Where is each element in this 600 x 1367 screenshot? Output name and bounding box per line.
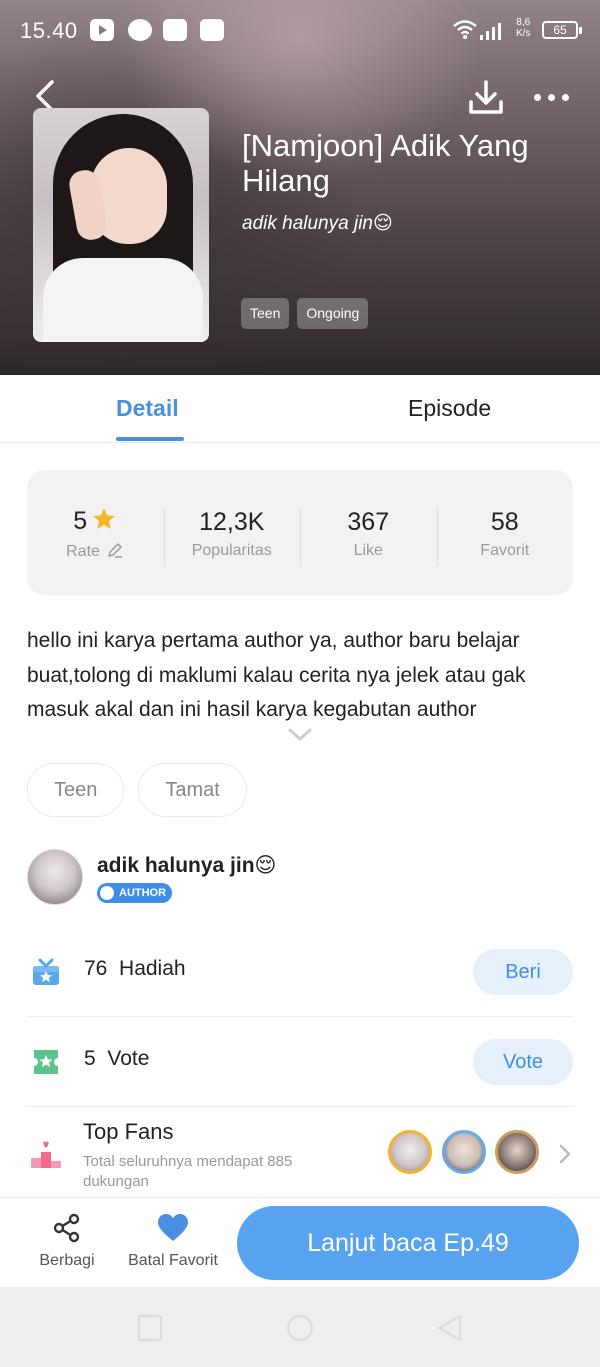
author-badge: AUTHOR [97,883,173,903]
continue-reading-button[interactable]: Lanjut baca Ep.49 [237,1206,579,1280]
like-value: 367 [347,507,390,536]
favorite-value: 58 [490,507,519,536]
top-fans-subtitle: Total seluruhnya mendapat 885 dukungan [83,1153,293,1190]
top-fan-avatar[interactable] [388,1130,432,1174]
tab-detail[interactable]: Detail [116,395,179,422]
stat-popularity: 12,3K Popularitas [163,506,301,566]
author-badge-icon [100,886,114,900]
story-tags: Teen Ongoing [241,298,369,329]
home-icon[interactable] [285,1313,315,1343]
system-nav-bar [0,1287,600,1367]
tag-ongoing: Ongoing [297,298,369,329]
tag-teen: Teen [241,298,290,329]
unfavorite-button[interactable]: Batal Favorit [124,1212,222,1270]
signal-icon [480,20,501,40]
favorite-label: Favorit [480,541,530,559]
novel-detail-page: 15.40 8,6 K/s 65 [Namjoon] Adik Yang Hil… [0,0,600,1367]
stat-like: 367 Like [300,506,437,566]
active-tab-indicator [116,437,184,441]
app-icon [200,19,224,41]
share-icon [53,1213,80,1243]
chip-tamat[interactable]: Tamat [138,763,247,817]
tab-episode[interactable]: Episode [408,395,491,422]
star-icon [93,507,116,529]
youtube-icon [90,19,114,41]
chip-teen[interactable]: Teen [27,763,125,817]
status-time: 15.40 [20,18,78,43]
podium-icon [31,1141,61,1168]
top-fans-row[interactable]: Top Fans Total seluruhnya mendapat 885 d… [27,1108,573,1198]
status-bar: 15.40 8,6 K/s 65 [0,0,600,60]
download-icon[interactable] [466,78,506,118]
give-gift-button[interactable]: Beri [473,949,573,995]
top-fan-avatar[interactable] [442,1130,486,1174]
like-label: Like [353,541,383,559]
story-description: hello ini karya pertama author ya, autho… [27,629,526,721]
popularity-label: Popularitas [191,541,272,559]
author-row[interactable]: adik halunya jin😌 AUTHOR [27,849,587,909]
top-fan-avatar[interactable] [495,1130,539,1174]
story-title: [Namjoon] Adik Yang Hilang [242,128,529,198]
app-icon [163,19,187,41]
stat-favorite: 58 Favorit [436,506,574,566]
share-button[interactable]: Berbagi [38,1212,96,1270]
vote-row: 5 Vote Vote [27,1017,573,1107]
stat-rate[interactable]: 5 Rate [27,505,164,561]
rate-label: Rate [66,542,100,560]
messenger-icon [128,19,152,41]
net-speed: 8,6 K/s [516,17,531,39]
more-dots-icon[interactable] [534,90,574,104]
chevron-down-icon[interactable] [288,728,312,742]
gift-text: 76 Hadiah [84,957,186,980]
battery-icon: 65 [542,21,582,39]
bottom-action-bar: Berbagi Batal Favorit Lanjut baca Ep.49 [0,1197,600,1287]
gift-icon [33,958,59,985]
top-fans-title: Top Fans [83,1119,174,1144]
popularity-value: 12,3K [199,507,265,536]
story-author-line: adik halunya jin😌 [242,213,393,234]
wifi-icon [453,20,477,39]
heart-icon [158,1214,188,1241]
rate-value: 5 [73,506,88,535]
vote-text: 5 Vote [84,1047,150,1070]
genre-chips: Teen Tamat [27,763,247,817]
author-name[interactable]: adik halunya jin😌 [97,853,276,878]
tab-bar: Detail Episode [0,375,600,443]
stats-panel: 5 Rate 12,3K Popularitas 367 Like 58 Fav… [27,470,573,595]
vote-button[interactable]: Vote [473,1039,573,1085]
chevron-right-icon[interactable] [559,1144,571,1164]
recent-apps-icon[interactable] [135,1313,165,1343]
gift-row: 76 Hadiah Beri [27,927,573,1017]
back-nav-icon[interactable] [435,1313,465,1343]
cover-image [33,108,209,342]
edit-pencil-icon[interactable] [106,541,124,559]
author-avatar[interactable] [27,849,83,905]
vote-ticket-icon [34,1050,58,1074]
